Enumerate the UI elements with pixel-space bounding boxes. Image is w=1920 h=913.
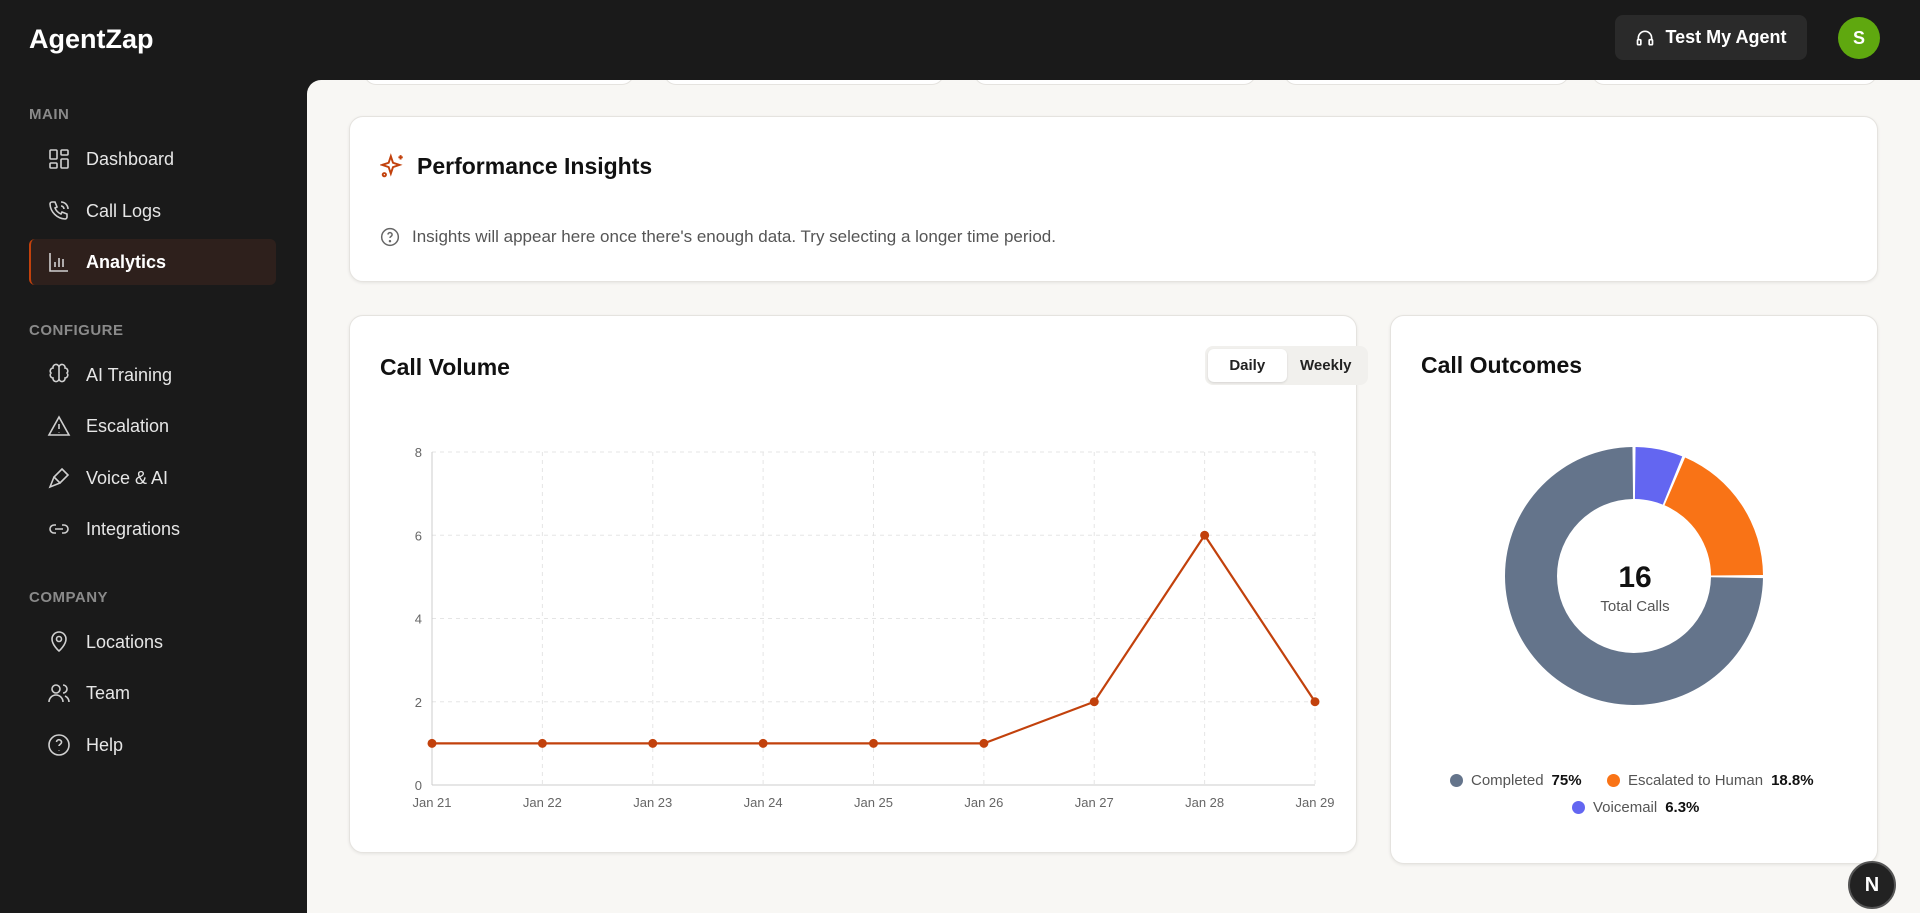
legend-label: Escalated to Human — [1628, 772, 1764, 789]
sparkles-icon — [380, 153, 403, 178]
sidebar-section-label: COMPANY — [29, 589, 109, 606]
call-outcomes-card: Call Outcomes 16 Total Calls Completed 75… — [1390, 315, 1878, 864]
sidebar-section-label: MAIN — [29, 106, 70, 123]
legend-value: 75% — [1551, 772, 1582, 789]
microphone-icon — [48, 467, 70, 489]
sidebar-item-label: Escalation — [86, 415, 170, 436]
call-volume-chart: 0 2 4 6 8 Jan 21 Jan 22 Jan 23 Jan 24 Jan 25 Jan 2… — [412, 445, 1334, 810]
insights-message: Insights will appear here once there's e… — [412, 227, 1056, 246]
total-calls-label: Total Calls — [1600, 598, 1670, 615]
y-tick-label: 6 — [415, 528, 422, 543]
sidebar-item-call-logs[interactable]: Call Logs — [29, 188, 276, 234]
data-point — [758, 738, 768, 748]
app-logo: AgentZap — [29, 24, 154, 54]
sidebar-item-voice-ai[interactable]: Voice & AI — [29, 455, 276, 501]
y-tick-label: 2 — [415, 695, 422, 710]
sidebar-item-locations[interactable]: Locations — [29, 619, 276, 665]
legend-voicemail: Voicemail 6.3% — [1572, 799, 1699, 816]
slice-escalated-to-human — [1664, 457, 1763, 576]
test-my-agent-button[interactable]: Test My Agent — [1615, 15, 1807, 60]
legend-escalated: Escalated to Human 18.8% — [1607, 772, 1814, 789]
nextjs-dev-button[interactable]: N — [1848, 861, 1896, 909]
x-tick-label: Jan 29 — [1295, 795, 1334, 810]
avatar[interactable]: S — [1838, 17, 1880, 59]
x-tick-label: Jan 21 — [412, 795, 451, 810]
x-tick-label: Jan 28 — [1185, 795, 1224, 810]
sidebar-section-label: CONFIGURE — [29, 322, 124, 339]
stat-card — [664, 80, 944, 85]
legend-dot — [1450, 774, 1463, 787]
data-point — [648, 738, 658, 748]
y-tick-label: 4 — [415, 612, 422, 627]
insights-title: Performance Insights — [417, 153, 653, 179]
legend-dot — [1607, 774, 1620, 787]
data-point — [1200, 530, 1210, 540]
data-point — [1310, 697, 1320, 707]
data-point — [869, 738, 878, 748]
legend-value: 6.3% — [1665, 799, 1700, 816]
bar-chart-icon — [49, 253, 68, 272]
brain-icon — [49, 363, 69, 383]
sidebar-item-label: Locations — [86, 631, 164, 652]
users-icon — [48, 684, 70, 703]
main-content: Performance Insights Insights will appea… — [307, 80, 1920, 913]
x-tick-label: Jan 22 — [523, 795, 562, 810]
total-calls-value: 16 — [1618, 561, 1652, 594]
sidebar-item-label: Help — [86, 734, 124, 755]
sidebar-item-label: Team — [86, 682, 131, 703]
help-circle-icon — [380, 227, 400, 247]
sidebar-item-escalation[interactable]: Escalation — [29, 403, 276, 449]
link-icon — [49, 524, 69, 534]
test-my-agent-label: Test My Agent — [1665, 27, 1787, 47]
legend-label: Voicemail — [1593, 799, 1658, 816]
sidebar-item-analytics[interactable]: Analytics — [29, 239, 276, 285]
x-tick-label: Jan 26 — [964, 795, 1003, 810]
data-point — [427, 738, 437, 748]
legend-dot — [1572, 801, 1585, 814]
call-volume-card: Call Volume Daily Weekly 0 2 4 6 8 Jan 21 Jan … — [349, 315, 1368, 853]
data-point — [979, 738, 989, 748]
sidebar-item-dashboard[interactable]: Dashboard — [29, 136, 276, 182]
phone-call-icon — [49, 201, 69, 220]
sidebar-item-label: Integrations — [86, 518, 181, 539]
legend-value: 18.8% — [1771, 772, 1814, 789]
sidebar-item-help[interactable]: Help — [29, 722, 276, 768]
sidebar-item-label: Dashboard — [86, 148, 175, 169]
data-point — [1089, 697, 1099, 707]
sidebar-item-ai-training[interactable]: AI Training — [29, 352, 276, 398]
legend-completed: Completed 75% — [1450, 772, 1582, 789]
x-tick-label: Jan 23 — [633, 795, 672, 810]
alert-triangle-icon — [47, 415, 71, 436]
map-pin-icon — [51, 631, 67, 653]
y-tick-label: 8 — [415, 445, 422, 460]
sidebar-item-label: Voice & AI — [86, 467, 169, 488]
sidebar-item-team[interactable]: Team — [29, 670, 276, 716]
stat-card — [1592, 80, 1877, 85]
legend-label: Completed — [1471, 772, 1544, 789]
stat-card — [1284, 80, 1569, 85]
help-circle-icon — [48, 734, 70, 756]
x-tick-label: Jan 25 — [854, 795, 893, 810]
x-tick-label: Jan 27 — [1075, 795, 1114, 810]
x-tick-label: Jan 24 — [744, 795, 783, 810]
y-tick-label: 0 — [415, 778, 422, 793]
data-point — [537, 738, 547, 748]
performance-insights-card: Performance Insights Insights will appea… — [349, 116, 1878, 282]
stat-card — [974, 80, 1256, 85]
sidebar-item-integrations[interactable]: Integrations — [29, 506, 276, 552]
sidebar-item-label: AI Training — [86, 364, 173, 385]
stat-card — [364, 80, 634, 85]
sidebar-item-label: Analytics — [86, 251, 167, 272]
dashboard-icon — [49, 149, 69, 169]
headset-icon — [1637, 30, 1654, 46]
sidebar-item-label: Call Logs — [86, 200, 162, 221]
